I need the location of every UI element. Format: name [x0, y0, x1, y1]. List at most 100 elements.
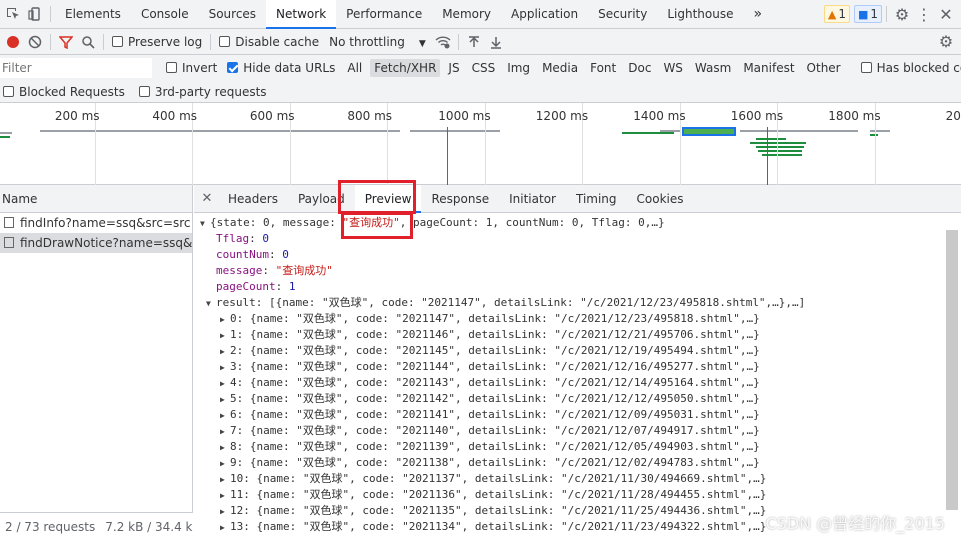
- detail-tab-timing[interactable]: Timing: [566, 185, 627, 213]
- detail-tab-initiator[interactable]: Initiator: [499, 185, 566, 213]
- close-icon[interactable]: ✕: [935, 3, 957, 25]
- collapsed-triangle-icon[interactable]: ▶: [220, 312, 230, 328]
- close-detail-icon[interactable]: ✕: [196, 188, 218, 210]
- throttling-select[interactable]: No throttling ▼: [329, 35, 426, 49]
- tab-memory[interactable]: Memory: [432, 0, 501, 29]
- json-colon: :: [268, 248, 283, 261]
- detail-tab-headers[interactable]: Headers: [218, 185, 288, 213]
- detail-tab-cookies[interactable]: Cookies: [627, 185, 694, 213]
- checkbox-box[interactable]: [3, 85, 14, 97]
- expanded-triangle-icon[interactable]: ▼: [206, 296, 216, 312]
- hide-data-urls-checkbox[interactable]: Hide data URLs: [227, 61, 335, 75]
- collapsed-triangle-icon[interactable]: ▶: [220, 328, 230, 344]
- export-har-icon[interactable]: [485, 31, 507, 53]
- blocked-requests-checkbox[interactable]: Blocked Requests: [3, 85, 125, 99]
- checkbox-box[interactable]: [166, 62, 177, 73]
- collapsed-triangle-icon[interactable]: ▶: [220, 392, 230, 408]
- tab-performance[interactable]: Performance: [336, 0, 432, 29]
- record-icon[interactable]: [2, 31, 24, 53]
- collapsed-triangle-icon[interactable]: ▶: [220, 440, 230, 456]
- type-filter-all[interactable]: All: [343, 59, 366, 77]
- type-filter-media[interactable]: Media: [538, 59, 582, 77]
- tab-security[interactable]: Security: [588, 0, 657, 29]
- tab-application[interactable]: Application: [501, 0, 588, 29]
- type-filter-ws[interactable]: WS: [659, 59, 686, 77]
- json-result-item[interactable]: ▶ 5: {name: "双色球", code: "2021142", detai…: [200, 391, 961, 407]
- type-filter-manifest[interactable]: Manifest: [739, 59, 798, 77]
- expanded-triangle-icon[interactable]: ▼: [200, 216, 210, 232]
- json-field-line[interactable]: Tflag: 0: [200, 231, 961, 247]
- messages-badge[interactable]: ■ 1: [853, 5, 882, 23]
- json-result-item[interactable]: ▶ 7: {name: "双色球", code: "2021140", detai…: [200, 423, 961, 439]
- import-har-icon[interactable]: [463, 31, 485, 53]
- more-tabs-button[interactable]: »: [744, 0, 773, 29]
- type-filter-img[interactable]: Img: [503, 59, 534, 77]
- filter-icon[interactable]: [55, 31, 77, 53]
- type-filter-js[interactable]: JS: [444, 59, 463, 77]
- collapsed-triangle-icon[interactable]: ▶: [220, 376, 230, 392]
- json-root-line[interactable]: ▼ {state: 0, message: "查询成功", pageCount: …: [200, 215, 961, 231]
- json-result-line[interactable]: ▼ result: [{name: "双色球", code: "2021147",…: [200, 295, 961, 311]
- tab-elements[interactable]: Elements: [55, 0, 131, 29]
- type-filter-font[interactable]: Font: [586, 59, 620, 77]
- type-filter-other[interactable]: Other: [803, 59, 845, 77]
- disable-cache-checkbox[interactable]: Disable cache: [219, 35, 319, 49]
- collapsed-triangle-icon[interactable]: ▶: [220, 520, 230, 536]
- checkbox-box[interactable]: [138, 85, 150, 97]
- json-result-item[interactable]: ▶ 10: {name: "双色球", code: "2021137", deta…: [200, 471, 961, 487]
- network-settings-gear-icon[interactable]: ⚙: [935, 31, 957, 53]
- type-filter-css[interactable]: CSS: [468, 59, 500, 77]
- json-result-item[interactable]: ▶ 11: {name: "双色球", code: "2021136", deta…: [200, 487, 961, 503]
- json-result-item[interactable]: ▶ 3: {name: "双色球", code: "2021144", detai…: [200, 359, 961, 375]
- json-field-line[interactable]: pageCount: 1: [200, 279, 961, 295]
- json-result-item[interactable]: ▶ 9: {name: "双色球", code: "2021138", detai…: [200, 455, 961, 471]
- request-row[interactable]: findInfo?name=ssq&src=src: [0, 213, 192, 233]
- tab-lighthouse[interactable]: Lighthouse: [657, 0, 743, 29]
- invert-checkbox[interactable]: Invert: [166, 61, 217, 75]
- third-party-checkbox[interactable]: 3rd-party requests: [138, 85, 267, 99]
- tab-console[interactable]: Console: [131, 0, 199, 29]
- vertical-scrollbar[interactable]: [946, 230, 958, 510]
- json-result-item[interactable]: ▶ 0: {name: "双色球", code: "2021147", detai…: [200, 311, 961, 327]
- type-filter-wasm[interactable]: Wasm: [691, 59, 735, 77]
- checkbox-box[interactable]: [219, 35, 231, 47]
- collapsed-triangle-icon[interactable]: ▶: [220, 504, 230, 520]
- json-value: 1: [288, 280, 296, 293]
- collapsed-triangle-icon[interactable]: ▶: [220, 424, 230, 440]
- clear-icon[interactable]: [24, 31, 46, 53]
- collapsed-triangle-icon[interactable]: ▶: [220, 360, 230, 376]
- json-field-line[interactable]: message: "查询成功": [200, 263, 961, 279]
- json-field-line[interactable]: countNum: 0: [200, 247, 961, 263]
- timeline-overview[interactable]: 200 ms 400 ms 600 ms 800 ms 1000 ms 1200 ms 14…: [0, 103, 961, 185]
- json-result-item[interactable]: ▶ 6: {name: "双色球", code: "2021141", detai…: [200, 407, 961, 423]
- name-column-header[interactable]: Name: [0, 185, 192, 213]
- collapsed-triangle-icon[interactable]: ▶: [220, 472, 230, 488]
- collapsed-triangle-icon[interactable]: ▶: [220, 488, 230, 504]
- filter-input[interactable]: [0, 58, 152, 78]
- checkbox-box-checked[interactable]: [227, 62, 239, 73]
- request-row[interactable]: findDrawNotice?name=ssq&i...: [0, 233, 192, 253]
- search-icon[interactable]: [77, 31, 99, 53]
- network-conditions-icon[interactable]: [432, 31, 454, 53]
- checkbox-box[interactable]: [860, 62, 872, 73]
- collapsed-triangle-icon[interactable]: ▶: [220, 456, 230, 472]
- device-toolbar-icon[interactable]: [24, 3, 46, 25]
- type-filter-fetch-xhr[interactable]: Fetch/XHR: [370, 59, 441, 77]
- warnings-badge[interactable]: ▲ 1: [823, 5, 850, 23]
- type-filter-doc[interactable]: Doc: [624, 59, 655, 77]
- detail-tab-response[interactable]: Response: [421, 185, 499, 213]
- has-blocked-cookies-checkbox[interactable]: Has blocked cookies: [860, 61, 961, 75]
- checkbox-box[interactable]: [112, 35, 123, 47]
- collapsed-triangle-icon[interactable]: ▶: [220, 408, 230, 424]
- tab-sources[interactable]: Sources: [199, 0, 266, 29]
- inspect-element-icon[interactable]: [2, 3, 24, 25]
- tab-network[interactable]: Network: [266, 0, 337, 29]
- json-result-item[interactable]: ▶ 4: {name: "双色球", code: "2021143", detai…: [200, 375, 961, 391]
- json-result-item[interactable]: ▶ 2: {name: "双色球", code: "2021145", detai…: [200, 343, 961, 359]
- settings-gear-icon[interactable]: ⚙: [891, 3, 913, 25]
- preserve-log-checkbox[interactable]: Preserve log: [112, 35, 202, 49]
- collapsed-triangle-icon[interactable]: ▶: [220, 344, 230, 360]
- json-result-item[interactable]: ▶ 8: {name: "双色球", code: "2021139", detai…: [200, 439, 961, 455]
- kebab-menu-icon[interactable]: ⋮: [913, 3, 935, 25]
- json-result-item[interactable]: ▶ 1: {name: "双色球", code: "2021146", detai…: [200, 327, 961, 343]
